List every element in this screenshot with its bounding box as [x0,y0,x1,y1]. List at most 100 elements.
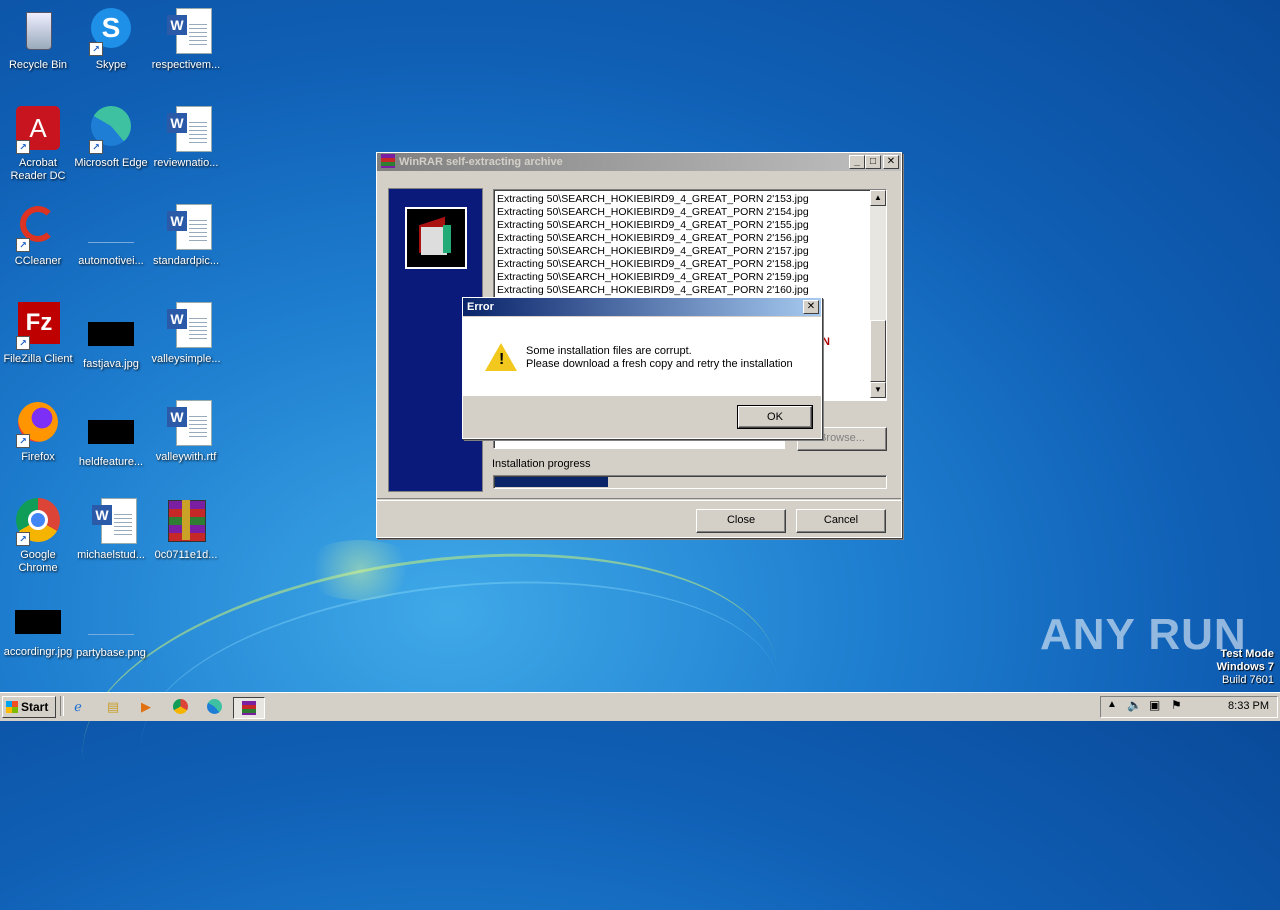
cancel-button[interactable]: Cancel [796,509,886,533]
word-document-icon [162,400,212,448]
os-watermark: Test Mode Windows 7 Build 7601 [1217,648,1274,687]
progress-fill [495,477,608,487]
desktop-icon-label: Acrobat Reader DC [10,157,66,182]
log-line: Extracting 50\SEARCH_HOKIEBIRD9_4_GREAT_… [497,232,809,244]
error-message: Some installation files are corrupt. Ple… [526,345,793,371]
desktop-icon-label: fastjava.jpg [83,358,139,370]
desktop-icon-filezilla[interactable]: Fz ↗ FileZilla Client [0,302,76,366]
edge-icon: ↗ [87,106,135,154]
show-hidden-icons-icon[interactable]: ▲ [1107,699,1117,710]
desktop-icon-respectivem[interactable]: respectivem... [148,8,224,72]
error-body: ! Some installation files are corrupt. P… [463,317,821,396]
desktop-icon-label: accordingr.jpg [3,646,73,658]
progress-label: Installation progress [492,458,591,470]
desktop-icon-winrar-archive[interactable]: 0c0711e1d... [148,498,224,562]
recycle-bin-icon [14,8,62,56]
desktop-icon-label: Microsoft Edge [74,157,148,169]
edge-taskbar-icon[interactable] [203,697,225,717]
error-titlebar[interactable]: Error ✕ [463,298,821,316]
scroll-up-icon[interactable]: ▲ [870,190,886,206]
desktop-icon-acrobat[interactable]: A ↗ Acrobat Reader DC [0,106,76,183]
desktop-icon-heldfeature[interactable]: heldfeature... [73,408,149,469]
filezilla-icon: Fz ↗ [14,302,62,350]
desktop-icon-firefox[interactable]: ↗ Firefox [0,400,76,464]
desktop-icon-recycle-bin[interactable]: Recycle Bin [0,8,76,72]
desktop-icon-label: heldfeature... [78,456,144,468]
desktop-icon-skype[interactable]: S ↗ Skype [73,8,149,72]
desktop-icon-reviewnatio[interactable]: reviewnatio... [148,106,224,170]
file-explorer-icon[interactable]: ▤ [102,697,124,717]
wallpaper-glow [300,540,420,600]
desktop-icon-partybase[interactable]: partybase.png [73,604,149,660]
minimize-icon[interactable]: _ [849,155,865,169]
divider [377,498,901,501]
clock[interactable]: 8:33 PM [1228,700,1269,712]
image-thumbnail-icon [88,610,134,635]
log-line: Extracting 50\SEARCH_HOKIEBIRD9_4_GREAT_… [497,245,809,257]
desktop-icon-standardpic[interactable]: standardpic... [148,204,224,268]
log-fragment: N [822,336,830,348]
scroll-thumb[interactable] [870,320,886,382]
log-line: Extracting 50\SEARCH_HOKIEBIRD9_4_GREAT_… [497,284,809,296]
desktop-icon-automotive[interactable]: automotivei... [73,206,149,268]
log-line: Extracting 50\SEARCH_HOKIEBIRD9_4_GREAT_… [497,271,809,283]
start-label: Start [21,700,49,714]
image-thumbnail-icon [88,218,134,243]
window-title: WinRAR self-extracting archive [399,156,563,168]
desktop-icon-label: Recycle Bin [8,59,68,71]
winrar-app-icon [381,154,395,168]
desktop-icon-label: Skype [95,59,127,71]
image-thumbnail-icon [15,610,61,634]
os-name-text: Windows 7 [1216,661,1274,673]
internet-explorer-icon[interactable]: ℯ [67,697,89,717]
log-line: Extracting 50\SEARCH_HOKIEBIRD9_4_GREAT_… [497,219,809,231]
desktop-icon-label: automotivei... [78,255,144,267]
desktop-icon-accordingr[interactable]: accordingr.jpg [0,604,76,659]
desktop-icon-label: 0c0711e1d... [154,549,218,561]
dialog-title: Error [467,301,494,313]
winrar-logo-icon [405,207,467,269]
scroll-down-icon[interactable]: ▼ [870,382,886,398]
error-message-line: Please download a fresh copy and retry t… [526,358,793,370]
desktop-icon-label: Firefox [21,451,55,463]
start-button[interactable]: Start [2,696,56,718]
acrobat-icon: A ↗ [14,106,62,154]
desktop-icon-label: michaelstud... [77,549,145,561]
desktop-icon-chrome[interactable]: ↗ Google Chrome [0,498,76,575]
word-document-icon [162,204,212,252]
ok-button[interactable]: OK [737,405,813,429]
close-button[interactable]: Close [696,509,786,533]
maximize-icon[interactable]: □ [865,155,881,169]
winrar-titlebar[interactable]: WinRAR self-extracting archive _ □ ✕ [377,153,901,171]
desktop-icon-ccleaner[interactable]: ↗ CCleaner [0,204,76,268]
desktop-icon-valleysimple[interactable]: valleysimple... [148,302,224,366]
desktop-icon-michaelstud[interactable]: michaelstud... [73,498,149,562]
desktop-icon-valleywith[interactable]: valleywith.rtf [148,400,224,464]
volume-icon[interactable]: 🔈 [1127,698,1142,712]
firefox-icon: ↗ [14,400,62,448]
log-scrollbar[interactable]: ▲ ▼ [870,190,886,398]
skype-icon: S ↗ [87,8,135,56]
desktop-icon-label: CCleaner [14,255,62,267]
winrar-taskbar-button[interactable] [233,697,265,719]
chrome-taskbar-icon[interactable] [169,697,191,717]
desktop-icon-fastjava[interactable]: fastjava.jpg [73,310,149,371]
network-icon[interactable]: ▣ [1149,698,1160,712]
close-icon[interactable]: ✕ [883,155,899,169]
desktop-icon-label: reviewnatio... [153,157,219,169]
taskbar: Start ℯ ▤ ▶ ▲ 🔈 ▣ ⚑ 8:33 PM [0,692,1280,721]
desktop-icon-label: respectivem... [151,59,221,71]
error-dialog[interactable]: Error ✕ ! Some installation files are co… [462,297,822,439]
error-message-line: Some installation files are corrupt. [526,345,692,357]
desktop-icon-label: valleywith.rtf [155,451,217,463]
desktop-icon-label: partybase.png [76,647,146,659]
ccleaner-icon: ↗ [14,204,62,252]
desktop-icon-edge[interactable]: ↗ Microsoft Edge [73,106,149,170]
chrome-icon: ↗ [14,498,62,546]
log-line: Extracting 50\SEARCH_HOKIEBIRD9_4_GREAT_… [497,193,809,205]
winrar-archive-icon [162,498,210,546]
close-icon[interactable]: ✕ [803,300,819,314]
media-player-icon[interactable]: ▶ [135,697,157,717]
action-center-flag-icon[interactable]: ⚑ [1171,698,1182,712]
log-line: Extracting 50\SEARCH_HOKIEBIRD9_4_GREAT_… [497,206,809,218]
